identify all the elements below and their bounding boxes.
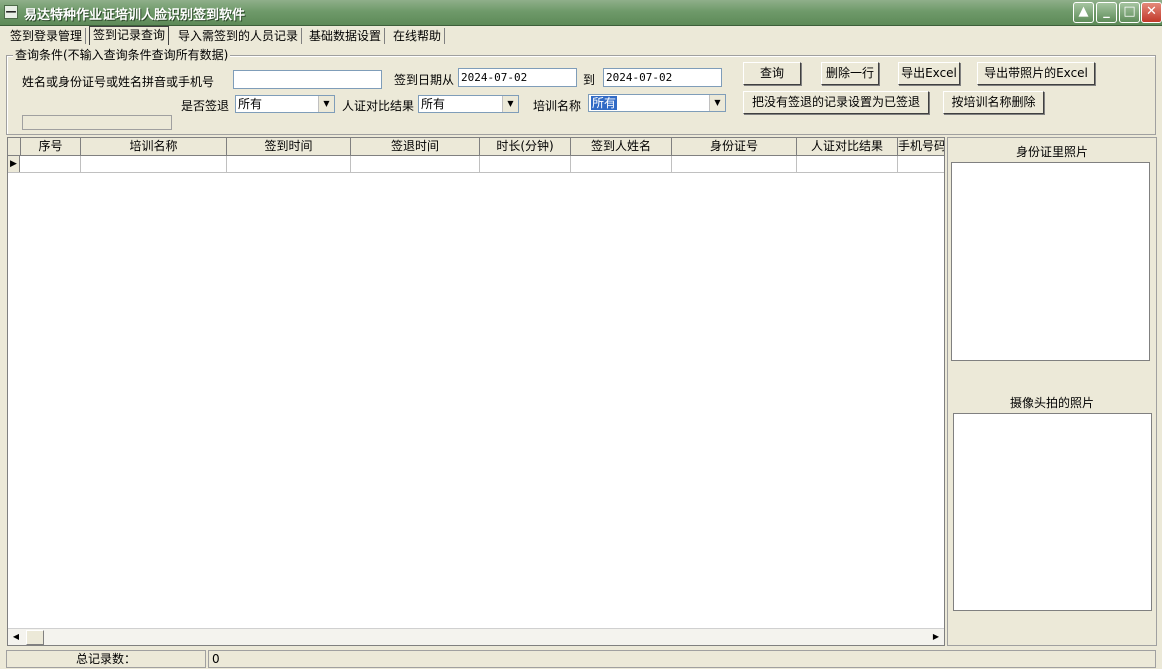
signout-label: 是否签退 — [181, 99, 230, 113]
col-header-signout-time[interactable]: 签退时间 — [351, 138, 480, 155]
query-legend: 查询条件(不输入查询条件查询所有数据) — [13, 46, 231, 63]
date-from-label: 签到日期从 — [394, 73, 455, 87]
progress-bar — [22, 115, 172, 130]
col-header-name[interactable]: 签到人姓名 — [571, 138, 672, 155]
records-grid[interactable]: 序号 培训名称 签到时间 签退时间 时长(分钟) 签到人姓名 身份证号 人证对比… — [7, 137, 945, 646]
close-button[interactable]: ✕ — [1141, 2, 1162, 23]
col-header-training[interactable]: 培训名称 — [81, 138, 227, 155]
export-excel-button[interactable]: 导出Excel — [898, 62, 960, 85]
tab-import-persons[interactable]: 导入需签到的人员记录 — [175, 28, 303, 44]
col-header-duration[interactable]: 时长(分钟) — [480, 138, 571, 155]
table-row[interactable] — [8, 156, 944, 173]
chevron-down-icon[interactable]: ▼ — [502, 96, 518, 112]
chevron-down-icon[interactable]: ▼ — [709, 95, 725, 111]
tab-online-help[interactable]: 在线帮助 — [390, 28, 446, 44]
set-signed-out-button[interactable]: 把没有签退的记录设置为已签退 — [743, 91, 929, 114]
chevron-down-icon[interactable]: ▼ — [318, 96, 334, 112]
col-header-compare-result[interactable]: 人证对比结果 — [797, 138, 898, 155]
window-title: 易达特种作业证培训人脸识别签到软件 — [24, 8, 246, 23]
id-photo-label: 身份证里照片 — [1015, 145, 1088, 159]
grid-corner — [8, 138, 21, 155]
tab-signin-management[interactable]: 签到登录管理 — [7, 28, 87, 44]
maximize-button[interactable]: □ — [1119, 2, 1140, 23]
query-button[interactable]: 查询 — [743, 62, 801, 85]
scroll-left-icon[interactable]: ◀ — [8, 629, 24, 645]
tab-basic-settings[interactable]: 基础数据设置 — [306, 28, 386, 44]
col-header-signin-time[interactable]: 签到时间 — [227, 138, 351, 155]
compare-select-value: 所有 — [421, 97, 446, 111]
export-photo-excel-button[interactable]: 导出带照片的Excel — [977, 62, 1095, 85]
tab-bar: 签到登录管理 签到记录查询 导入需签到的人员记录 基础数据设置 在线帮助 — [0, 26, 1162, 45]
status-bar: 总记录数： 0 — [0, 648, 1162, 669]
search-input[interactable] — [233, 70, 382, 89]
date-to-input[interactable]: 2024-07-02 — [603, 68, 722, 87]
training-label: 培训名称 — [533, 99, 582, 113]
compare-select[interactable]: 所有 ▼ — [418, 95, 519, 113]
col-header-seq[interactable]: 序号 — [21, 138, 81, 155]
training-select-value: 所有 — [591, 96, 618, 110]
title-bar: — 易达特种作业证培训人脸识别签到软件 ▲ _ □ ✕ — [0, 0, 1162, 26]
minimize-to-tray-button[interactable]: ▲ — [1073, 2, 1094, 23]
col-header-id-number[interactable]: 身份证号 — [672, 138, 797, 155]
grid-header: 序号 培训名称 签到时间 签退时间 时长(分钟) 签到人姓名 身份证号 人证对比… — [8, 138, 944, 156]
tab-signin-records[interactable]: 签到记录查询 — [89, 26, 170, 45]
system-menu-icon[interactable]: — — [4, 5, 18, 19]
delete-by-training-button[interactable]: 按培训名称删除 — [943, 91, 1044, 114]
scroll-right-icon[interactable]: ▶ — [928, 629, 944, 645]
signout-select-value: 所有 — [238, 97, 263, 111]
date-from-input[interactable]: 2024-07-02 — [458, 68, 577, 87]
id-photo-box — [951, 162, 1150, 361]
compare-label: 人证对比结果 — [342, 99, 415, 113]
camera-photo-box — [953, 413, 1152, 611]
date-to-label: 到 — [583, 73, 596, 87]
scroll-thumb[interactable] — [26, 630, 44, 645]
training-select[interactable]: 所有 ▼ — [588, 94, 726, 112]
search-label: 姓名或身份证号或姓名拼音或手机号 — [22, 75, 215, 89]
minimize-button[interactable]: _ — [1096, 2, 1117, 23]
total-records-value: 0 — [208, 650, 1156, 668]
signout-select[interactable]: 所有 ▼ — [235, 95, 335, 113]
delete-row-button[interactable]: 删除一行 — [821, 62, 879, 85]
col-header-phone[interactable]: 手机号码 — [898, 138, 944, 155]
camera-photo-label: 摄像头拍的照片 — [1009, 396, 1094, 410]
total-records-label: 总记录数： — [6, 650, 206, 668]
horizontal-scrollbar[interactable]: ◀ ▶ — [8, 628, 944, 645]
